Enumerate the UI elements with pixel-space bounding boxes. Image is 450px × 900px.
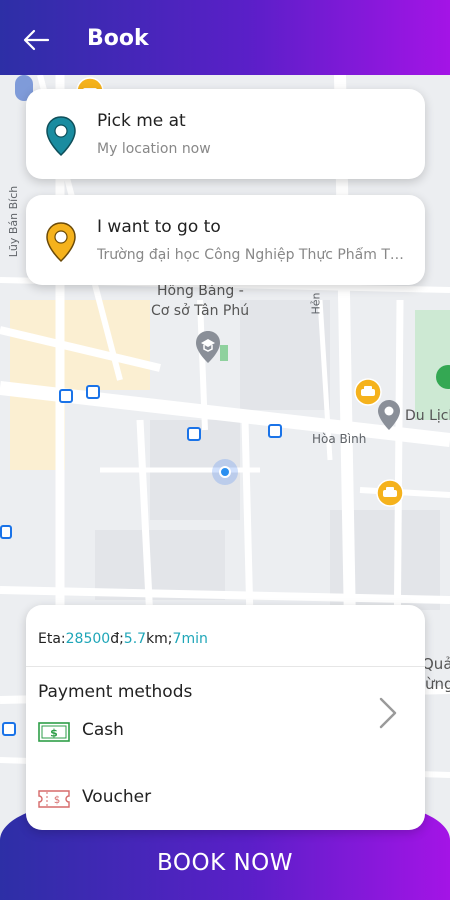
eta-prefix: Eta: [38, 631, 66, 647]
map-label: Hồng Bàng - [157, 283, 244, 299]
school-pin-icon [196, 331, 220, 363]
bus-stop-icon [187, 427, 201, 441]
svg-text:$: $ [54, 795, 60, 806]
bus-stop-icon [59, 389, 73, 403]
bus-stop-icon [0, 525, 12, 539]
payment-method-label: Cash [82, 720, 124, 740]
bus-stop-icon [86, 385, 100, 399]
bus-stop-icon [2, 722, 16, 736]
payment-methods-title: Payment methods [38, 682, 193, 702]
map-label: Hẻn [309, 292, 323, 315]
destination-card[interactable]: I want to go to Trường đại học Công Nghi… [26, 195, 425, 285]
map-label: Du Lịch [405, 408, 450, 424]
trip-price: 28500 [65, 631, 111, 647]
payment-method-voucher[interactable]: $ Voucher [38, 784, 338, 814]
location-pin-icon [46, 222, 76, 263]
page-title: Book [87, 26, 149, 51]
trip-summary-card: Eta:28500đ;5.7km;7min Payment methods $ … [26, 605, 425, 830]
current-location-dot [212, 459, 238, 485]
trip-currency: đ; [110, 631, 124, 647]
taxi-icon [376, 479, 404, 507]
map-label: Cơ sở Tân Phú [151, 303, 250, 319]
trip-duration: 7min [172, 631, 208, 647]
svg-text:$: $ [50, 727, 58, 740]
book-now-button[interactable]: BOOK NOW [0, 838, 450, 898]
eta-line: Eta:28500đ;5.7km;7min [38, 631, 208, 647]
destination-value: Trường đại học Công Nghiệp Thực Phẩm Thà… [97, 247, 407, 263]
map-label: ừng [425, 675, 450, 693]
bus-stop-icon [268, 424, 282, 438]
pickup-card[interactable]: Pick me at My location now [26, 89, 425, 179]
destination-label: I want to go to [97, 217, 221, 237]
trip-distance-unit: km; [146, 631, 173, 647]
location-pin-icon [46, 116, 76, 157]
payment-method-label: Voucher [82, 787, 152, 807]
taxi-icon [354, 378, 382, 406]
voucher-icon: $ [38, 790, 70, 808]
pickup-value: My location now [97, 141, 211, 157]
map-label: Hòa Bình [312, 432, 367, 446]
map-label: Lũy Bán Bích [7, 185, 21, 258]
cash-icon: $ [38, 722, 70, 742]
app-header: Book [0, 0, 450, 75]
arrow-left-icon[interactable] [20, 24, 52, 56]
map-label: Quả [422, 655, 450, 673]
chevron-right-icon[interactable] [377, 695, 399, 731]
payment-method-cash[interactable]: $ Cash [38, 717, 338, 747]
trip-distance: 5.7 [123, 631, 147, 647]
divider [26, 666, 425, 667]
pickup-label: Pick me at [97, 111, 186, 131]
park-marker [220, 345, 228, 361]
